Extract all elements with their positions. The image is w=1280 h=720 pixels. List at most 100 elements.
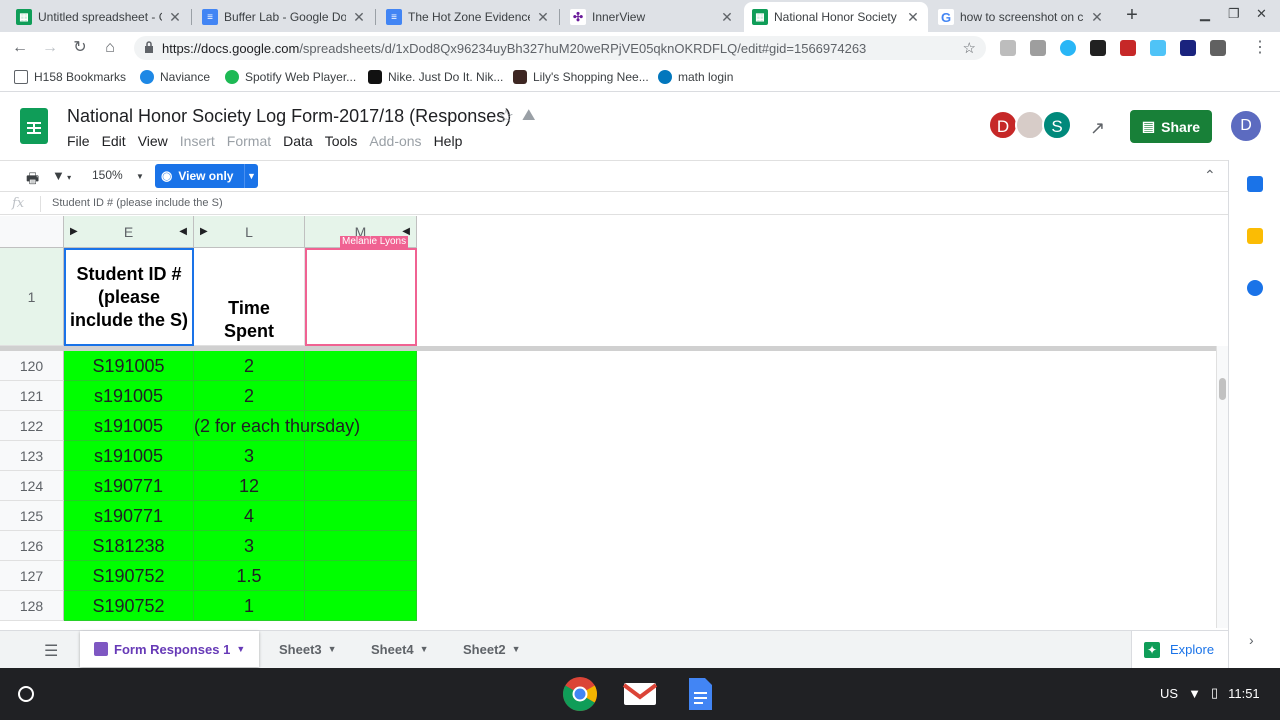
browser-tab-innerview[interactable]: ✣ InnerView ✕ — [562, 2, 742, 32]
sheet-tab-form-responses-1[interactable]: Form Responses 1 ▼ — [80, 631, 260, 667]
student-id-cell[interactable]: s190771 — [64, 501, 194, 531]
close-window-icon[interactable]: ✕ — [1256, 6, 1267, 22]
view-only-button[interactable]: ◉ View only ▼ — [155, 164, 258, 188]
bookmark-h158[interactable]: H158 Bookmarks — [14, 70, 126, 84]
sheet-tab-sheet4[interactable]: Sheet4 ▼ — [357, 631, 443, 667]
student-id-cell[interactable]: s190771 — [64, 471, 194, 501]
student-id-cell[interactable]: S190752 — [64, 561, 194, 591]
sheet-tab-sheet2[interactable]: Sheet2 ▼ — [449, 631, 535, 667]
reload-icon[interactable]: ↻ — [70, 38, 90, 58]
row-header[interactable]: 123 — [0, 441, 64, 471]
time-spent-cell[interactable]: 4 — [194, 501, 305, 531]
close-icon[interactable]: ✕ — [1090, 9, 1104, 26]
chevron-down-icon[interactable]: ▼ — [244, 164, 258, 188]
bookmark-spotify[interactable]: Spotify Web Player... — [225, 70, 356, 84]
row-header[interactable]: 122 — [0, 411, 64, 441]
restore-icon[interactable]: ❐ — [1228, 6, 1240, 22]
menu-format[interactable]: Format — [227, 133, 277, 149]
address-bar[interactable]: https://docs.google.com/spreadsheets/d/1… — [134, 36, 986, 60]
extension-icon[interactable] — [1000, 40, 1016, 56]
gmail-icon[interactable] — [622, 676, 658, 712]
document-title[interactable]: National Honor Society Log Form-2017/18 … — [67, 106, 511, 127]
menu-file[interactable]: File — [67, 133, 96, 149]
extension-icon[interactable] — [1180, 40, 1196, 56]
time-spent-cell[interactable]: (2 for each thursday) — [194, 411, 360, 441]
menu-view[interactable]: View — [138, 133, 174, 149]
forward-arrow-icon[interactable]: → — [40, 38, 60, 58]
menu-tools[interactable]: Tools — [325, 133, 364, 149]
empty-cell-m[interactable] — [305, 471, 417, 501]
close-icon[interactable]: ✕ — [720, 9, 734, 26]
bookmark-lilys-shopping[interactable]: Lily's Shopping Nee... — [513, 70, 649, 84]
expand-left-icon[interactable]: ▶ — [70, 216, 78, 248]
extension-icon[interactable] — [1150, 40, 1166, 56]
all-sheets-menu-icon[interactable]: ☰ — [44, 641, 58, 661]
launcher-icon[interactable] — [18, 686, 34, 702]
time-spent-cell[interactable]: 1.5 — [194, 561, 305, 591]
collaborator-avatar-s[interactable]: S — [1042, 110, 1072, 140]
cell-m1[interactable] — [305, 248, 417, 346]
formula-content[interactable]: Student ID # (please include the S) — [52, 197, 223, 209]
menu-add-ons[interactable]: Add-ons — [369, 133, 427, 149]
menu-edit[interactable]: Edit — [102, 133, 132, 149]
browser-tab-hot-zone[interactable]: ≡ The Hot Zone Evidence T ✕ — [378, 2, 558, 32]
browser-tab-buffer-lab[interactable]: ≡ Buffer Lab - Google Docs ✕ — [194, 2, 374, 32]
keep-icon[interactable] — [1247, 228, 1263, 244]
empty-cell-m[interactable] — [305, 501, 417, 531]
scrollbar-thumb[interactable] — [1219, 378, 1226, 400]
time-spent-cell[interactable]: 1 — [194, 591, 305, 621]
extension-icon[interactable] — [1060, 40, 1076, 56]
column-header-e[interactable]: ▶ E ◀ — [64, 216, 194, 248]
minimize-icon[interactable]: ▁ — [1200, 6, 1210, 22]
row-header[interactable]: 126 — [0, 531, 64, 561]
student-id-cell[interactable]: S191005 — [64, 351, 194, 381]
row-header[interactable]: 121 — [0, 381, 64, 411]
collaborator-avatar-d[interactable]: D — [988, 110, 1018, 140]
activity-trend-icon[interactable]: ↗ — [1090, 118, 1105, 139]
row-header[interactable]: 120 — [0, 351, 64, 381]
google-docs-icon[interactable] — [682, 676, 718, 712]
empty-cell-m[interactable] — [305, 591, 417, 621]
row-header[interactable]: 1 — [0, 248, 64, 346]
close-icon[interactable]: ✕ — [352, 9, 366, 26]
bookmark-star-icon[interactable]: ☆ — [963, 39, 976, 57]
extension-icon[interactable] — [1210, 40, 1226, 56]
filter-icon[interactable]: ▼ ▾ — [52, 168, 71, 183]
bookmark-math-login[interactable]: math login — [658, 70, 733, 84]
student-id-cell[interactable]: S181238 — [64, 531, 194, 561]
chrome-icon[interactable] — [562, 676, 598, 712]
collapse-menu-icon[interactable]: ⌃ — [1204, 167, 1216, 184]
row-header[interactable]: 128 — [0, 591, 64, 621]
back-arrow-icon[interactable]: ← — [10, 38, 30, 58]
star-icon[interactable]: ☆ — [498, 106, 514, 127]
browser-tab-national-honor-society[interactable]: ▦ National Honor Society L ✕ — [744, 2, 928, 32]
close-icon[interactable]: ✕ — [906, 9, 920, 26]
student-id-cell[interactable]: s191005 — [64, 441, 194, 471]
empty-cell-m[interactable] — [305, 531, 417, 561]
empty-cell-m[interactable] — [305, 351, 417, 381]
empty-cell-m[interactable] — [305, 441, 417, 471]
bookmark-naviance[interactable]: Naviance — [140, 70, 210, 84]
empty-cell-m[interactable] — [305, 561, 417, 591]
browser-tab-how-to-screenshot[interactable]: G how to screenshot on ch ✕ — [930, 2, 1112, 32]
expand-panel-icon[interactable]: › — [1249, 632, 1254, 648]
account-avatar[interactable]: D — [1231, 111, 1261, 141]
time-spent-cell[interactable]: 3 — [194, 531, 305, 561]
browser-tab-untitled-spreadsheet[interactable]: ▦ Untitled spreadsheet - Go ✕ — [8, 2, 190, 32]
row-header[interactable]: 124 — [0, 471, 64, 501]
select-all-corner[interactable] — [0, 216, 64, 248]
collaborator-avatar-photo[interactable] — [1015, 110, 1045, 140]
close-icon[interactable]: ✕ — [536, 9, 550, 26]
time-spent-cell[interactable]: 2 — [194, 351, 305, 381]
extension-icon[interactable] — [1030, 40, 1046, 56]
close-icon[interactable]: ✕ — [168, 9, 182, 26]
student-id-cell[interactable]: s191005 — [64, 381, 194, 411]
explore-button[interactable]: ✦ Explore — [1131, 631, 1228, 668]
extension-icon[interactable] — [1090, 40, 1106, 56]
print-icon[interactable]: 🖶 — [26, 168, 39, 192]
move-to-drive-icon[interactable]: ⛰ — [522, 107, 535, 125]
student-id-cell[interactable]: S190752 — [64, 591, 194, 621]
vertical-scrollbar[interactable] — [1216, 346, 1228, 628]
student-id-cell[interactable]: s191005 — [64, 411, 194, 441]
new-tab-button[interactable]: + — [1120, 4, 1144, 28]
